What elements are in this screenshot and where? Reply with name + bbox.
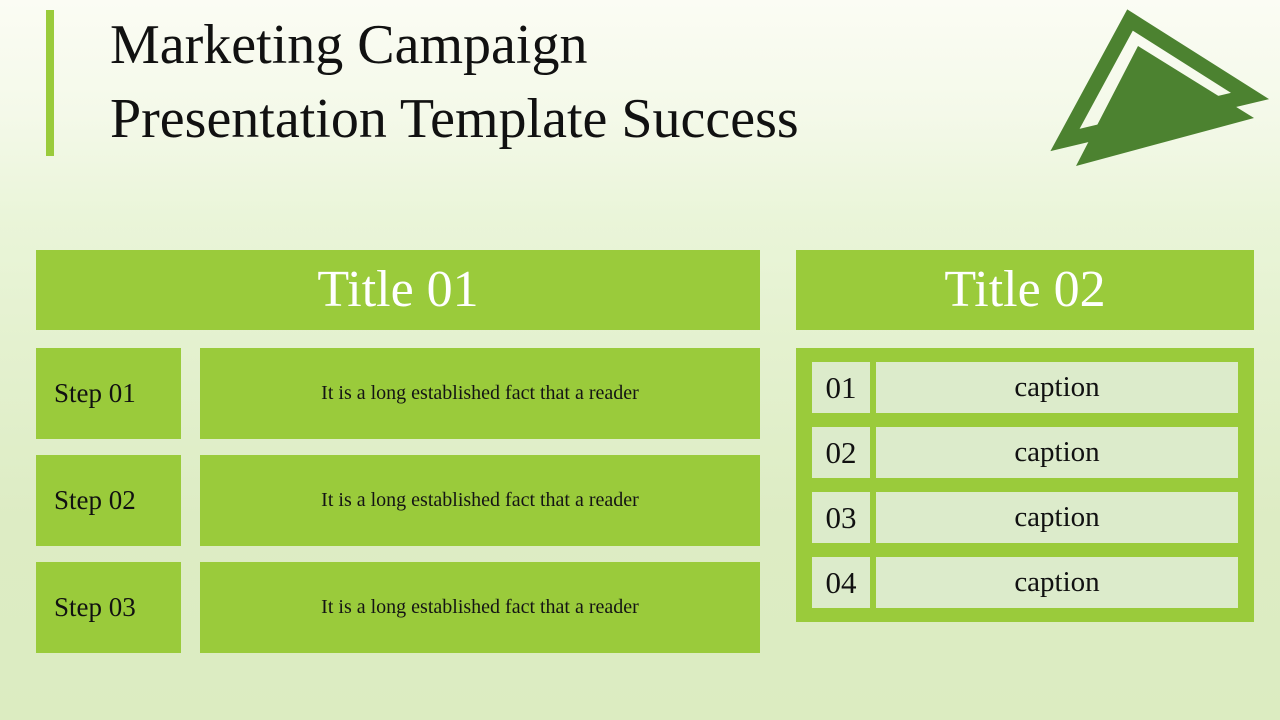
step-description: It is a long established fact that a rea…: [200, 348, 760, 439]
list-item[interactable]: 01 caption: [812, 362, 1238, 413]
step-description: It is a long established fact that a rea…: [200, 562, 760, 653]
caption-text: caption: [876, 557, 1238, 608]
caption-number: 03: [812, 492, 870, 543]
triangle-logo-icon: [1050, 0, 1280, 180]
caption-text: caption: [876, 362, 1238, 413]
list-item[interactable]: Step 01 It is a long established fact th…: [36, 348, 760, 439]
caption-number: 04: [812, 557, 870, 608]
right-panel: Title 02 01 caption 02 caption 03 captio…: [796, 250, 1254, 622]
presentation-slide: Marketing Campaign Presentation Template…: [0, 0, 1280, 720]
caption-number: 01: [812, 362, 870, 413]
list-item[interactable]: 04 caption: [812, 557, 1238, 608]
caption-number: 02: [812, 427, 870, 478]
step-label: Step 01: [36, 348, 181, 439]
section-header-title-01: Title 01: [36, 250, 760, 330]
left-panel: Title 01 Step 01 It is a long establishe…: [36, 250, 760, 653]
list-item[interactable]: 03 caption: [812, 492, 1238, 543]
step-label: Step 03: [36, 562, 181, 653]
caption-text: caption: [876, 427, 1238, 478]
section-header-title-02: Title 02: [796, 250, 1254, 330]
page-title-line-1: Marketing Campaign: [110, 14, 588, 76]
steps-list: Step 01 It is a long established fact th…: [36, 348, 760, 653]
captions-list: 01 caption 02 caption 03 caption 04 capt…: [796, 348, 1254, 622]
list-item[interactable]: 02 caption: [812, 427, 1238, 478]
title-accent-bar: [46, 10, 54, 156]
page-title: Marketing Campaign Presentation Template…: [110, 8, 1050, 156]
caption-text: caption: [876, 492, 1238, 543]
list-item[interactable]: Step 02 It is a long established fact th…: [36, 455, 760, 546]
page-title-line-2: Presentation Template Success: [110, 88, 799, 150]
step-description: It is a long established fact that a rea…: [200, 455, 760, 546]
step-label: Step 02: [36, 455, 181, 546]
list-item[interactable]: Step 03 It is a long established fact th…: [36, 562, 760, 653]
